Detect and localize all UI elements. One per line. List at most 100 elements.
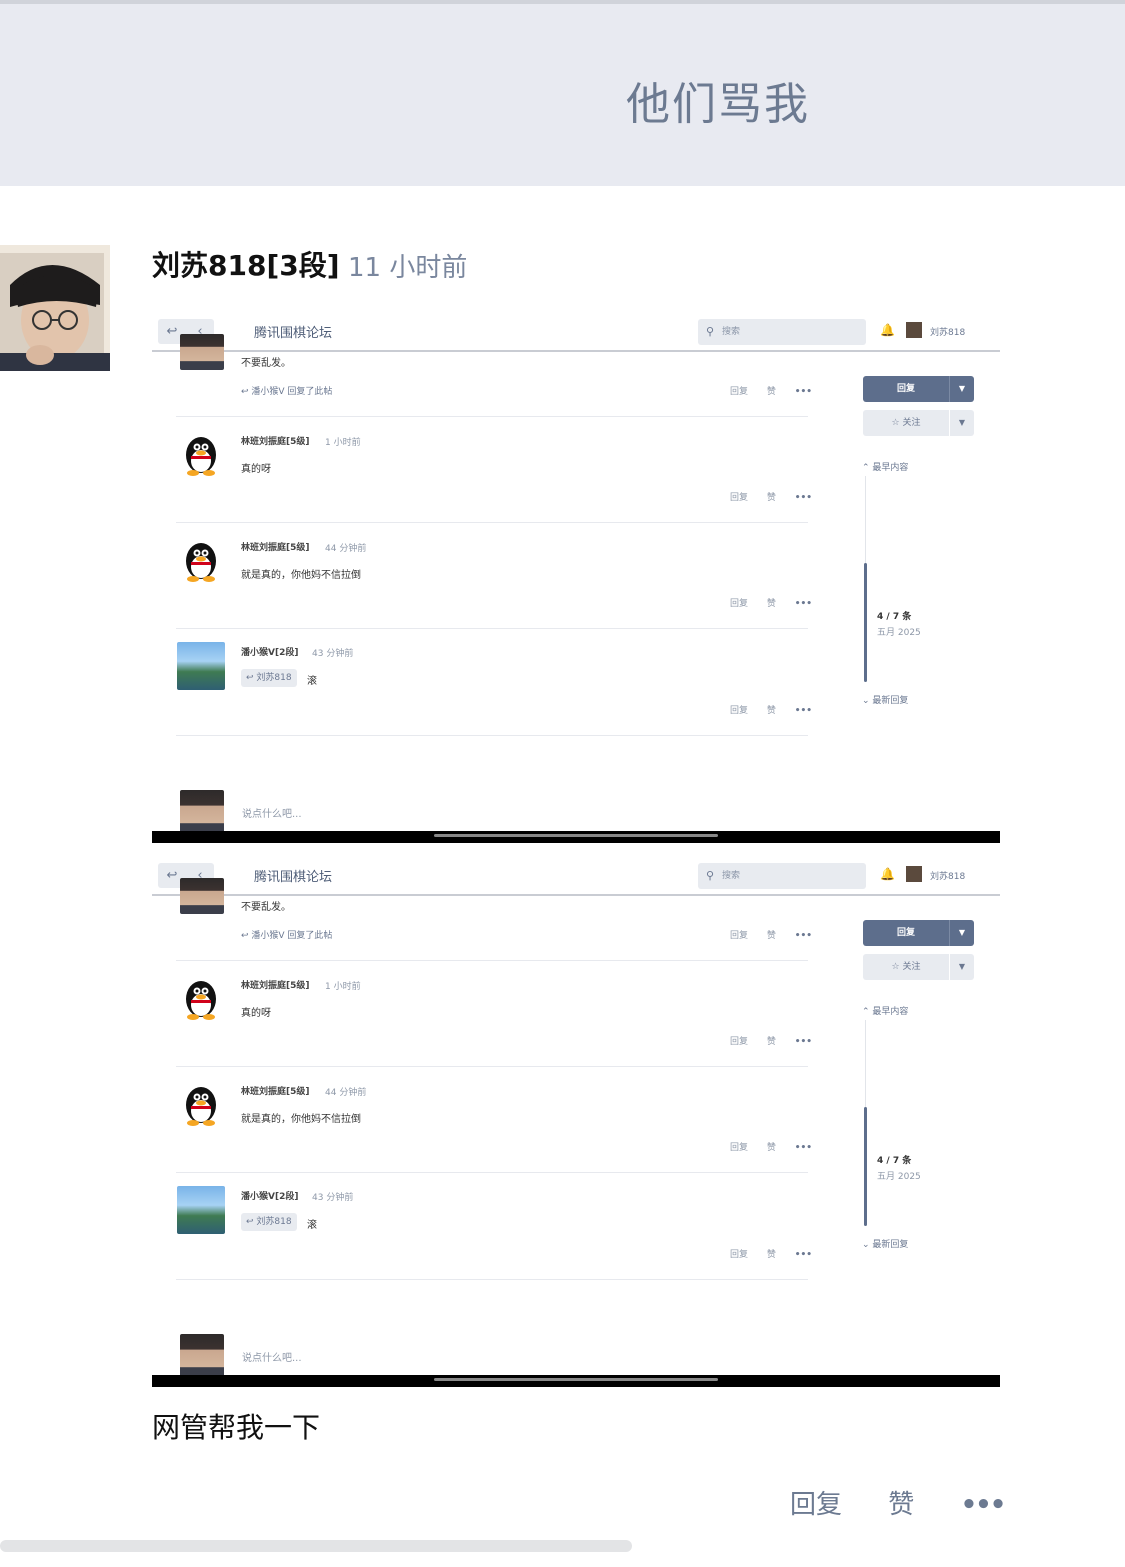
- search-icon: ⚲: [706, 325, 715, 338]
- more-icon[interactable]: •••: [795, 1250, 812, 1260]
- more-icon[interactable]: •••: [795, 1143, 812, 1153]
- post-actions: 回复 赞 •••: [730, 1034, 828, 1047]
- user-name[interactable]: 刘苏818: [930, 325, 965, 338]
- like-button[interactable]: 赞: [888, 1484, 914, 1521]
- avatar-image: [0, 245, 110, 371]
- reply-link[interactable]: 回复: [730, 387, 748, 397]
- like-link[interactable]: 赞: [767, 1143, 776, 1153]
- home-indicator: [434, 1378, 718, 1381]
- avatar[interactable]: [180, 1334, 224, 1378]
- scrollbar[interactable]: [0, 1540, 632, 1552]
- reply-button[interactable]: 回复: [790, 1484, 842, 1521]
- more-icon[interactable]: •••: [795, 706, 812, 716]
- embedded-screenshot-1: ↩ ‹ 腾讯围棋论坛 ⚲ 搜索 🔔 刘苏818 不要乱发。 ↩ 潘小猴V 回复了此…: [152, 309, 1000, 843]
- post-time: 44 分钟前: [325, 1088, 367, 1098]
- more-icon[interactable]: •••: [795, 599, 812, 609]
- like-link[interactable]: 赞: [767, 493, 776, 503]
- follow-button[interactable]: ☆ 关注 ▼: [863, 410, 974, 436]
- reply-button[interactable]: 回复 ▼: [863, 920, 974, 946]
- compose-input[interactable]: 说点什么吧...: [242, 1349, 302, 1364]
- latest-link[interactable]: ⌄ 最新回复: [862, 693, 908, 706]
- search-input[interactable]: ⚲ 搜索: [698, 319, 866, 345]
- like-link[interactable]: 赞: [767, 1250, 776, 1260]
- penguin-avatar[interactable]: [178, 1081, 224, 1127]
- avatar[interactable]: [180, 790, 224, 834]
- post-actions: 回复 赞 •••: [730, 596, 828, 609]
- replied-note[interactable]: ↩ 潘小猴V 回复了此帖: [241, 384, 332, 397]
- more-icon[interactable]: •••: [795, 931, 812, 941]
- reply-link[interactable]: 回复: [730, 706, 748, 716]
- avatar[interactable]: [180, 878, 224, 914]
- timeline-handle[interactable]: [864, 1107, 867, 1226]
- follow-button[interactable]: ☆ 关注 ▼: [863, 954, 974, 980]
- like-link[interactable]: 赞: [767, 706, 776, 716]
- post-content: 滚: [307, 676, 317, 687]
- forum-title[interactable]: 腾讯围棋论坛: [254, 866, 332, 885]
- list-item: 潘小猴V[2段] 43 分钟前 ↩ 刘苏818 滚 回复 赞 •••: [176, 629, 812, 736]
- post-author[interactable]: 林班刘振庭[5级]: [241, 434, 310, 447]
- post-author[interactable]: 潘小猴V[2段]: [241, 645, 298, 658]
- reply-link[interactable]: 回复: [730, 931, 748, 941]
- landscape-avatar[interactable]: [177, 1186, 225, 1234]
- avatar[interactable]: [180, 334, 224, 370]
- reply-link[interactable]: 回复: [730, 599, 748, 609]
- caret-down-icon[interactable]: ▼: [949, 954, 974, 980]
- title-bar: 他们骂我: [0, 0, 1125, 186]
- like-link[interactable]: 赞: [767, 387, 776, 397]
- list-item: 不要乱发。 ↩ 潘小猴V 回复了此帖 回复 赞 •••: [176, 334, 812, 417]
- reply-link[interactable]: 回复: [730, 1143, 748, 1153]
- progress-count: 4 / 7 条: [877, 612, 912, 622]
- post-actions: 回复 赞 •••: [730, 384, 828, 397]
- like-link[interactable]: 赞: [767, 931, 776, 941]
- forum-topbar: ↩ ‹ 腾讯围棋论坛 ⚲ 搜索 🔔 刘苏818: [152, 853, 1000, 896]
- landscape-avatar[interactable]: [177, 642, 225, 690]
- reply-link[interactable]: 回复: [730, 493, 748, 503]
- avatar[interactable]: [0, 245, 110, 371]
- post-actions: 回复 赞 •••: [790, 1484, 1042, 1521]
- user-avatar[interactable]: [906, 866, 922, 882]
- list-item: 林班刘振庭[5级] 1 小时前 真的呀 回复 赞 •••: [176, 961, 812, 1067]
- latest-link[interactable]: ⌄ 最新回复: [862, 1237, 908, 1250]
- list-item: 潘小猴V[2段] 43 分钟前 ↩ 刘苏818 滚 回复 赞 •••: [176, 1173, 812, 1280]
- reply-button[interactable]: 回复 ▼: [863, 376, 974, 402]
- like-link[interactable]: 赞: [767, 1037, 776, 1047]
- timeline-handle[interactable]: [864, 563, 867, 682]
- earliest-link[interactable]: ⌃ 最早内容: [862, 460, 908, 473]
- post-author[interactable]: 林班刘振庭[5级]: [241, 540, 310, 553]
- more-icon[interactable]: •••: [795, 1037, 812, 1047]
- post-time: 43 分钟前: [312, 1193, 354, 1203]
- post-text: 网管帮我一下: [152, 1411, 321, 1444]
- post-content: 滚: [307, 1220, 317, 1231]
- penguin-avatar[interactable]: [178, 975, 224, 1021]
- post-time: 11 小时前: [348, 253, 468, 283]
- caret-down-icon[interactable]: ▼: [949, 376, 974, 402]
- more-icon[interactable]: •••: [795, 387, 812, 397]
- compose-input[interactable]: 说点什么吧...: [242, 805, 302, 820]
- reply-tag[interactable]: ↩ 刘苏818: [241, 1213, 297, 1231]
- penguin-avatar[interactable]: [178, 431, 224, 477]
- post-author[interactable]: 刘苏818[3段]: [152, 244, 340, 284]
- reply-link[interactable]: 回复: [730, 1250, 748, 1260]
- caret-down-icon[interactable]: ▼: [949, 410, 974, 436]
- bell-icon[interactable]: 🔔: [880, 867, 895, 881]
- caret-down-icon[interactable]: ▼: [949, 920, 974, 946]
- user-name[interactable]: 刘苏818: [930, 869, 965, 882]
- post-author[interactable]: 潘小猴V[2段]: [241, 1189, 298, 1202]
- search-input[interactable]: ⚲ 搜索: [698, 863, 866, 889]
- post-author[interactable]: 林班刘振庭[5级]: [241, 1084, 310, 1097]
- earliest-link[interactable]: ⌃ 最早内容: [862, 1004, 908, 1017]
- penguin-avatar[interactable]: [178, 537, 224, 583]
- post-actions: 回复 赞 •••: [730, 703, 828, 716]
- user-avatar[interactable]: [906, 322, 922, 338]
- reply-tag[interactable]: ↩ 刘苏818: [241, 669, 297, 687]
- replied-note[interactable]: ↩ 潘小猴V 回复了此帖: [241, 928, 332, 941]
- more-icon[interactable]: •••: [795, 493, 812, 503]
- forum-title[interactable]: 腾讯围棋论坛: [254, 322, 332, 341]
- post-time: 44 分钟前: [325, 544, 367, 554]
- post-author[interactable]: 林班刘振庭[5级]: [241, 978, 310, 991]
- more-icon[interactable]: •••: [961, 1490, 1007, 1520]
- like-link[interactable]: 赞: [767, 599, 776, 609]
- reply-link[interactable]: 回复: [730, 1037, 748, 1047]
- list-item: 林班刘振庭[5级] 44 分钟前 就是真的，你他妈不信拉倒 回复 赞 •••: [176, 523, 812, 629]
- bell-icon[interactable]: 🔔: [880, 323, 895, 337]
